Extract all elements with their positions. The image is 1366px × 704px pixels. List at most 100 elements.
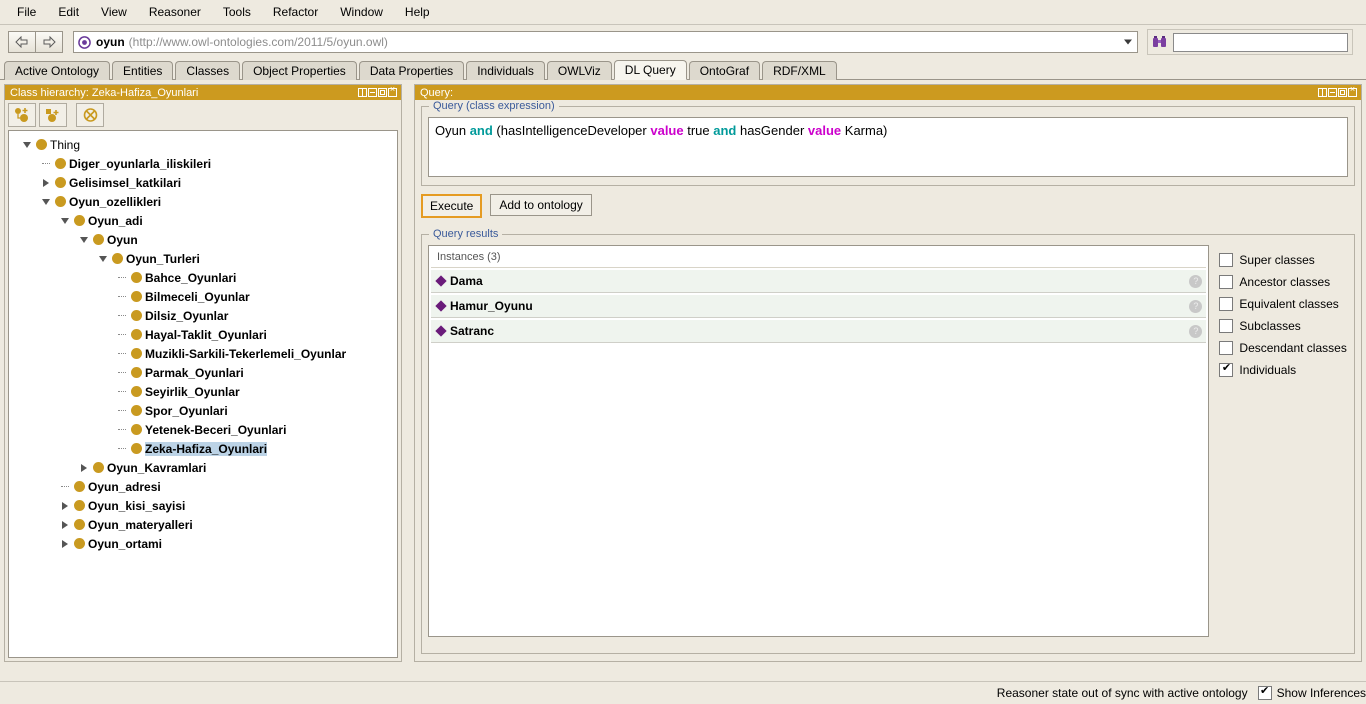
forward-button[interactable] [36, 31, 63, 53]
checkbox[interactable] [1219, 319, 1234, 333]
class-tree-item[interactable]: Yetenek-Beceri_Oyunlari [9, 420, 397, 439]
add-to-ontology-button[interactable]: Add to ontology [490, 194, 592, 216]
option-equivalent-classes[interactable]: Equivalent classes [1219, 293, 1348, 315]
results-list[interactable]: Instances (3) Dama? Hamur_Oyunu? Satranc? [428, 245, 1210, 637]
class-tree-item[interactable]: Parmak_Oyunlari [9, 363, 397, 382]
class-tree-item[interactable]: Bahce_Oyunlari [9, 268, 397, 287]
class-tools [8, 103, 398, 130]
class-tree-item[interactable]: Spor_Oyunlari [9, 401, 397, 420]
expand-twisty-right-icon[interactable] [36, 173, 55, 192]
class-tree-item[interactable]: Dilsiz_Oyunlar [9, 306, 397, 325]
back-button[interactable] [8, 31, 36, 53]
class-tree-item-label: Gelisimsel_katkilari [69, 175, 182, 190]
query-text: (hasIntelligenceDeveloper [492, 123, 651, 138]
help-icon[interactable]: ? [1189, 299, 1203, 313]
menu-item-window[interactable]: Window [329, 2, 394, 22]
menu-item-tools[interactable]: Tools [212, 2, 262, 22]
result-row[interactable]: Dama? [431, 270, 1207, 293]
class-tree-item[interactable]: Diger_oyunlarla_iliskileri [9, 154, 397, 173]
option-descendant-classes[interactable]: Descendant classes [1219, 337, 1348, 359]
query-expression-input[interactable]: Oyun and (hasIntelligenceDeveloper value… [428, 117, 1348, 177]
menu-item-view[interactable]: View [90, 2, 138, 22]
close-panel-icon[interactable] [1348, 85, 1357, 97]
expand-twisty-down-icon[interactable] [93, 249, 112, 268]
class-tree-item[interactable]: Thing [9, 135, 397, 154]
tab-dl-query[interactable]: DL Query [613, 60, 687, 80]
class-tree-item[interactable]: Seyirlik_Oyunlar [9, 382, 397, 401]
expand-twisty-down-icon[interactable] [74, 230, 93, 249]
result-row[interactable]: Hamur_Oyunu? [431, 295, 1207, 318]
class-tree-item[interactable]: Oyun_materyalleri [9, 515, 397, 534]
class-tree-item[interactable]: Oyun_Turleri [9, 249, 397, 268]
checkbox[interactable] [1219, 297, 1234, 311]
show-inferences-toggle[interactable]: Show Inferences [1257, 685, 1366, 700]
tab-active-ontology[interactable]: Active Ontology [4, 61, 111, 80]
tab-rdf-xml[interactable]: RDF/XML [762, 61, 837, 80]
class-tree-item[interactable]: Oyun_ozellikleri [9, 192, 397, 211]
option-subclasses[interactable]: Subclasses [1219, 315, 1348, 337]
expand-twisty-down-icon[interactable] [17, 135, 36, 154]
help-icon[interactable]: ? [1189, 324, 1203, 338]
checkbox[interactable] [1219, 275, 1234, 289]
expand-twisty-down-icon[interactable] [36, 192, 55, 211]
search-input[interactable] [1173, 32, 1348, 52]
query-title-bar: Query: [415, 85, 1361, 100]
menu-item-refactor[interactable]: Refactor [262, 2, 329, 22]
result-name: Satranc [450, 324, 495, 338]
option-ancestor-classes[interactable]: Ancestor classes [1219, 271, 1348, 293]
class-tree-item[interactable]: Muzikli-Sarkili-Tekerlemeli_Oyunlar [9, 344, 397, 363]
menu-item-file[interactable]: File [6, 2, 47, 22]
expand-twisty-down-icon[interactable] [55, 211, 74, 230]
class-tree-item[interactable]: Zeka-Hafiza_Oyunlari [9, 439, 397, 458]
tab-data-properties[interactable]: Data Properties [358, 61, 465, 80]
tab-classes[interactable]: Classes [175, 61, 241, 80]
forward-arrow-icon [43, 36, 56, 48]
class-tree-item[interactable]: Hayal-Taklit_Oyunlari [9, 325, 397, 344]
execute-button[interactable]: Execute [421, 194, 483, 218]
class-tree-item[interactable]: Oyun_adresi [9, 477, 397, 496]
add-subclass-button[interactable] [8, 103, 36, 127]
split-panel-icon[interactable] [358, 88, 367, 97]
expand-twisty-right-icon[interactable] [74, 458, 93, 477]
workspace: Class hierarchy: Zeka-Hafiza_Oyunlari × … [0, 80, 1366, 680]
result-row[interactable]: Satranc? [431, 320, 1207, 343]
class-tree-item[interactable]: Gelisimsel_katkilari [9, 173, 397, 192]
add-sibling-class-button[interactable] [39, 103, 67, 127]
split-panel-icon[interactable] [1318, 88, 1327, 97]
menu-item-edit[interactable]: Edit [47, 2, 90, 22]
maximize-panel-icon[interactable] [378, 88, 387, 97]
class-tree-item[interactable]: Oyun_kisi_sayisi [9, 496, 397, 515]
expand-twisty-right-icon[interactable] [55, 496, 74, 515]
close-panel-icon[interactable] [388, 85, 397, 97]
menu-item-reasoner[interactable]: Reasoner [138, 2, 212, 22]
maximize-panel-icon[interactable] [1338, 88, 1347, 97]
minimize-panel-icon[interactable] [1328, 88, 1337, 97]
class-icon [55, 177, 66, 188]
delete-class-button[interactable] [76, 103, 104, 127]
class-tree-item[interactable]: Bilmeceli_Oyunlar [9, 287, 397, 306]
tab-owlviz[interactable]: OWLViz [546, 61, 612, 80]
checkbox[interactable] [1219, 362, 1234, 377]
help-icon[interactable]: ? [1189, 274, 1203, 288]
tab-object-properties[interactable]: Object Properties [242, 61, 357, 80]
class-tree[interactable]: Thing Diger_oyunlarla_iliskileri Gelisimse… [8, 130, 398, 658]
menu-item-help[interactable]: Help [394, 2, 441, 22]
show-inferences-checkbox[interactable] [1257, 685, 1272, 700]
panel-controls [358, 85, 397, 97]
checkbox[interactable] [1219, 341, 1234, 355]
option-super-classes[interactable]: Super classes [1219, 249, 1348, 271]
expand-twisty-right-icon[interactable] [55, 515, 74, 534]
minimize-panel-icon[interactable] [368, 88, 377, 97]
option-individuals[interactable]: Individuals [1219, 359, 1348, 381]
checkbox[interactable] [1219, 253, 1234, 267]
expand-twisty-right-icon[interactable] [55, 534, 74, 553]
tab-entities[interactable]: Entities [112, 61, 174, 80]
chevron-down-icon[interactable] [1124, 39, 1132, 45]
ontology-iri-field[interactable]: oyun (http://www.owl-ontologies.com/2011… [73, 31, 1138, 53]
class-tree-item[interactable]: Oyun_adi [9, 211, 397, 230]
class-tree-item[interactable]: Oyun [9, 230, 397, 249]
class-tree-item[interactable]: Oyun_ortami [9, 534, 397, 553]
tab-individuals[interactable]: Individuals [466, 61, 545, 80]
class-tree-item[interactable]: Oyun_Kavramlari [9, 458, 397, 477]
tab-ontograf[interactable]: OntoGraf [688, 61, 761, 80]
